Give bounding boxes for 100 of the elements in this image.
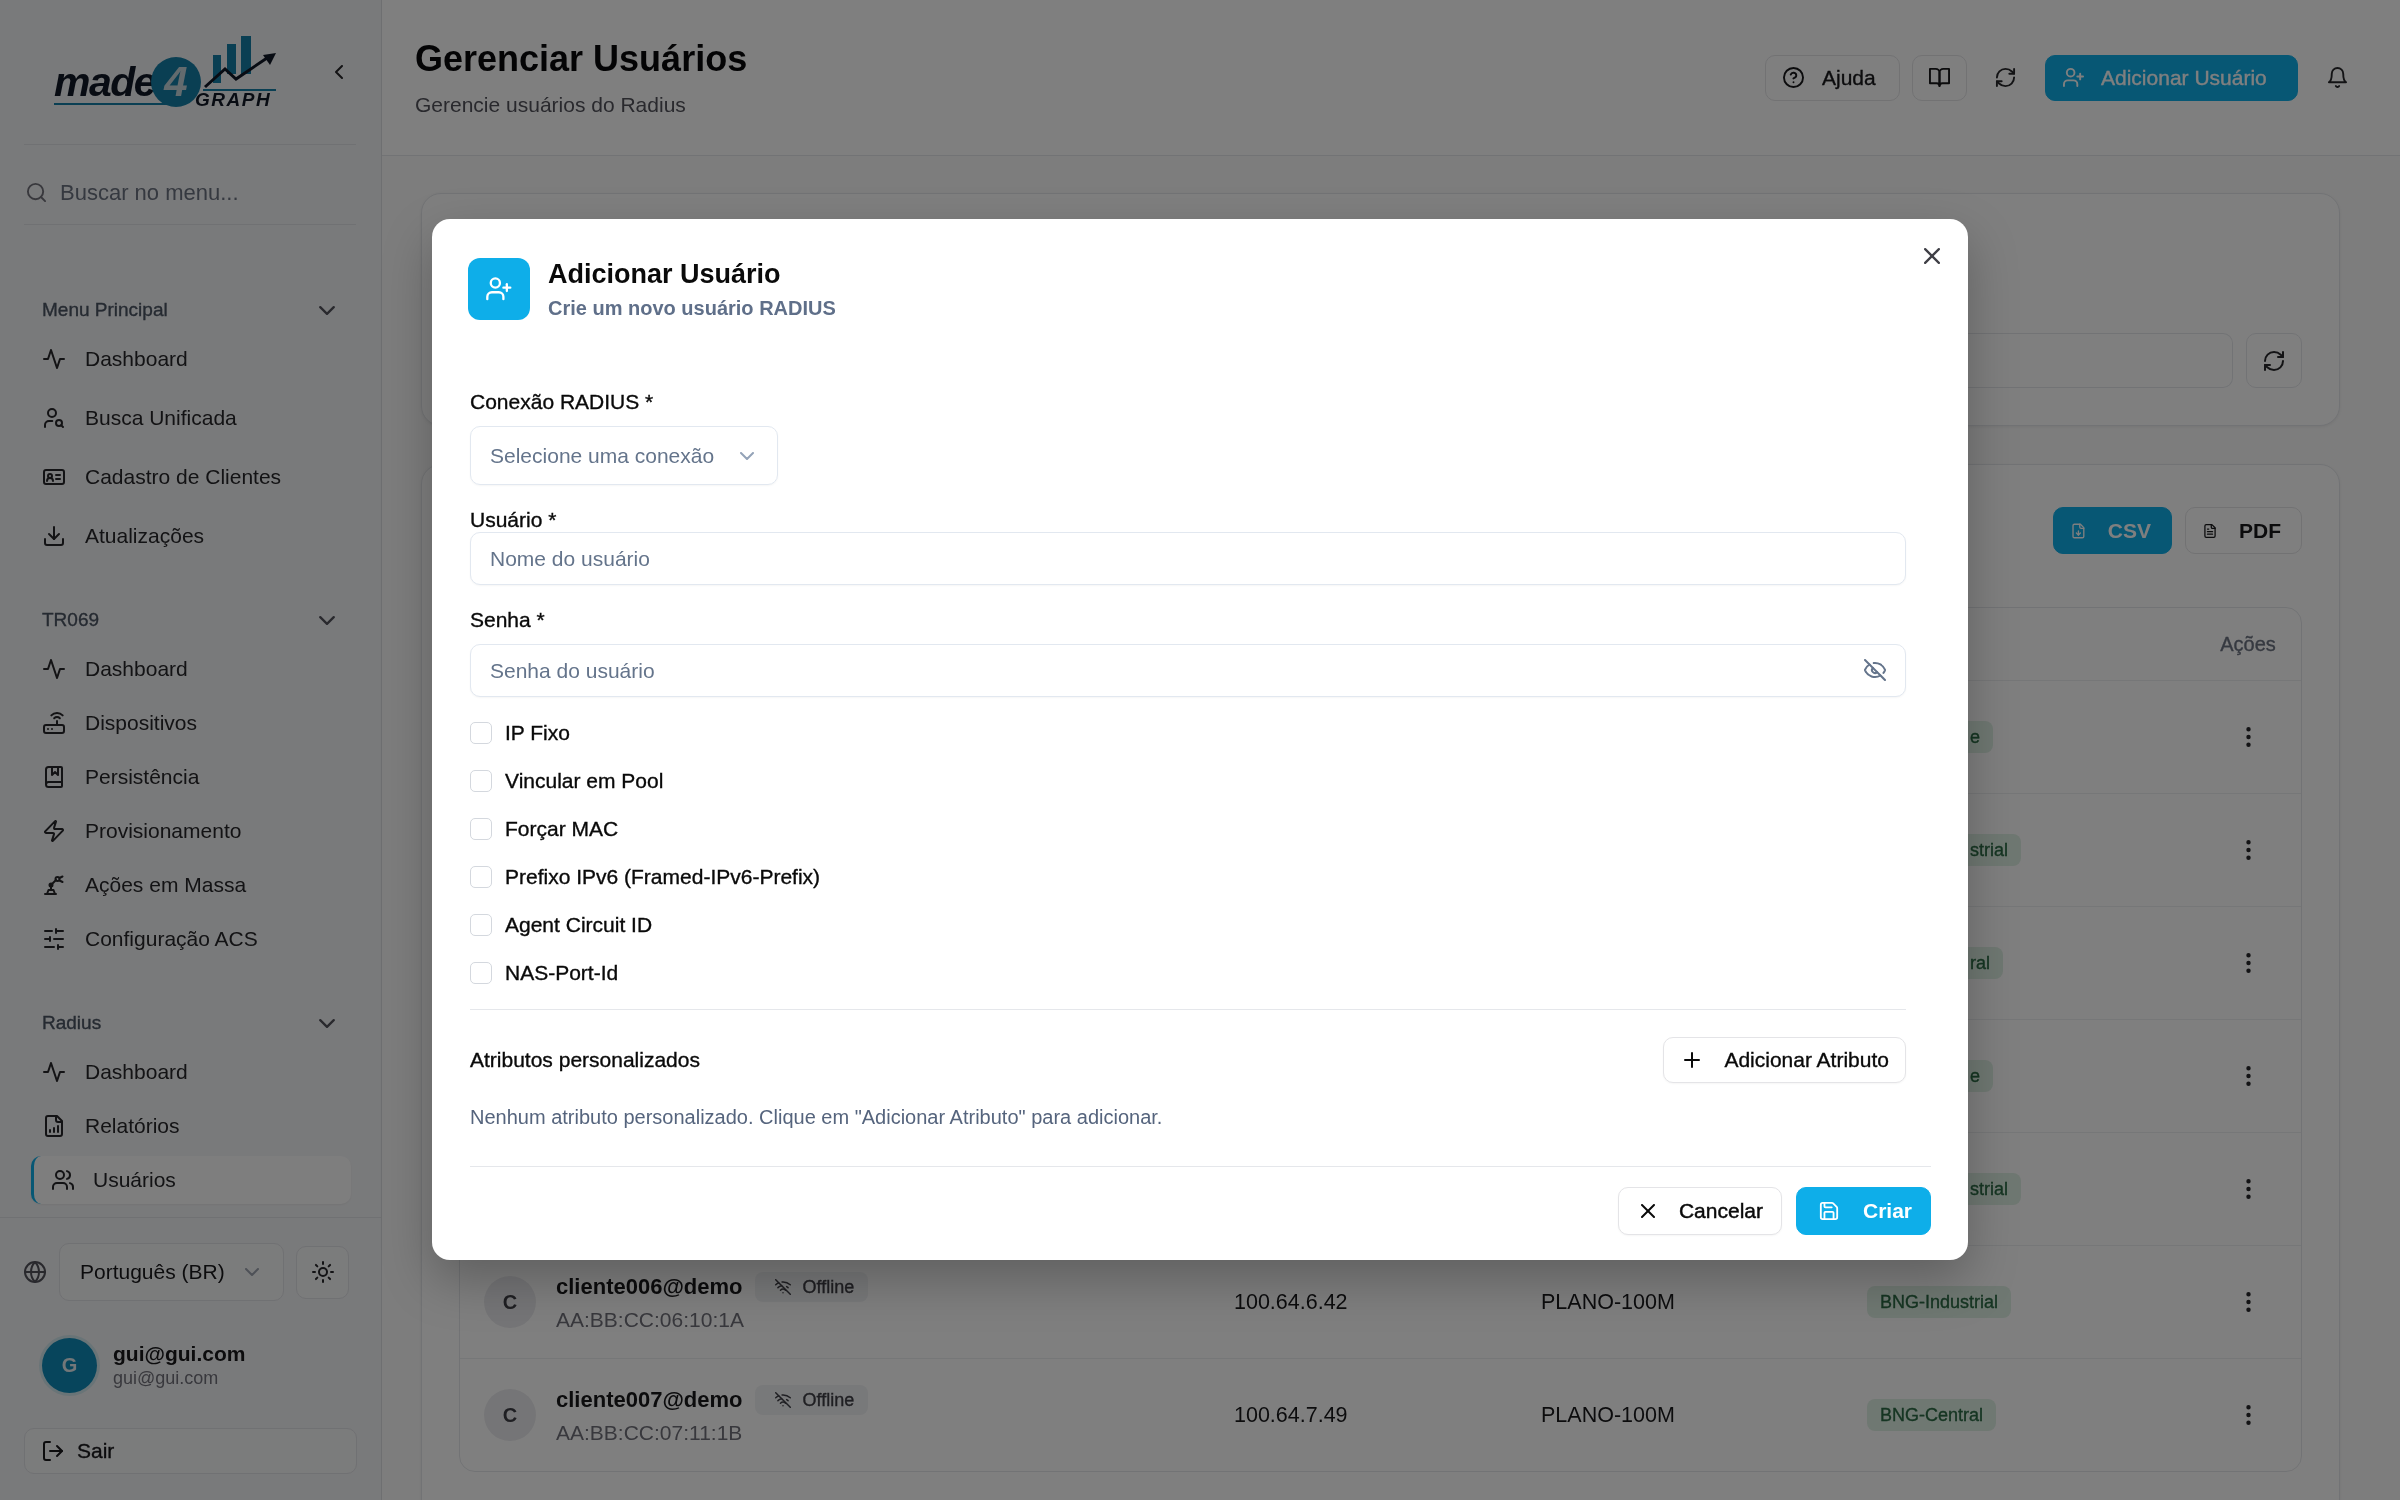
export-button[interactable]: PDF xyxy=(2185,507,2302,554)
plus-icon xyxy=(1684,1052,1701,1068)
checkbox-label: Agent Circuit ID xyxy=(505,913,653,937)
section-title: Atributos personalizados xyxy=(470,1048,700,1072)
field-label: Senha * xyxy=(470,608,545,632)
column-heading: Ações xyxy=(2220,632,2276,656)
logout-button[interactable]: Sair xyxy=(24,1428,357,1474)
more-icon[interactable] xyxy=(2245,727,2251,747)
nav-item[interactable]: Dashboard xyxy=(31,645,351,693)
chevron-down-icon xyxy=(740,451,754,460)
close-icon xyxy=(1640,1204,1655,1218)
nav-item[interactable]: Cadastro de Clientes xyxy=(31,453,351,501)
more-icon[interactable] xyxy=(2245,1066,2251,1086)
input-field[interactable]: Nome do usuário xyxy=(470,532,1906,585)
tag-badge: strial xyxy=(1968,834,2021,866)
select-field[interactable]: Selecione uma conexão xyxy=(470,426,778,485)
user-email: gui@gui.com xyxy=(113,1368,220,1389)
nav-item[interactable]: Persistência xyxy=(31,753,351,801)
checkbox[interactable] xyxy=(470,866,492,888)
search-field[interactable]: Buscar no menu... xyxy=(60,179,330,206)
nav-item[interactable]: Provisionamento xyxy=(31,807,351,855)
nav-item[interactable]: Busca Unificada xyxy=(31,394,351,442)
theme-toggle-button[interactable] xyxy=(296,1245,349,1299)
mac-address: AA:BB:CC:06:10:1A xyxy=(556,1308,745,1332)
bell-icon[interactable] xyxy=(2326,67,2348,88)
input-field[interactable] xyxy=(1967,333,2233,388)
user-avatar: C xyxy=(484,1389,536,1441)
robot-arm-icon xyxy=(43,874,65,896)
more-icon[interactable] xyxy=(2245,1405,2251,1425)
activity-icon xyxy=(43,658,65,680)
plan-name: PLANO-100M xyxy=(1541,1289,1676,1315)
help-button[interactable]: Ajuda xyxy=(1765,54,1900,101)
book-button[interactable] xyxy=(1912,54,1967,101)
checkbox-label: Prefixo IPv6 (Framed-IPv6-Prefix) xyxy=(505,865,821,889)
user-name: gui@gui.com xyxy=(113,1342,246,1366)
bookmark-book-icon xyxy=(43,766,65,788)
book-open-icon xyxy=(1929,67,1950,88)
nav-item[interactable]: Atualizações xyxy=(31,512,351,560)
field-label: Usuário * xyxy=(470,508,557,532)
bar-chart-arrow-icon xyxy=(203,35,276,91)
globe-icon xyxy=(24,1261,46,1283)
id-card-icon xyxy=(43,466,65,488)
nav-item[interactable]: Configuração ACS xyxy=(31,915,351,963)
checkbox-label: Forçar MAC xyxy=(505,817,619,841)
chevron-down-icon[interactable] xyxy=(319,615,335,625)
close-icon[interactable] xyxy=(1924,248,1940,264)
section-heading: Menu Principal xyxy=(42,299,168,321)
more-icon[interactable] xyxy=(2245,953,2251,973)
chevron-down-icon[interactable] xyxy=(319,305,335,315)
password-field[interactable]: Senha do usuário xyxy=(470,644,1906,697)
page-title: Gerenciar Usuários xyxy=(415,37,748,80)
checkbox[interactable] xyxy=(470,914,492,936)
more-icon[interactable] xyxy=(2245,840,2251,860)
user-plus-icon xyxy=(468,257,530,320)
tag-badge: e xyxy=(1968,721,1993,753)
checkbox[interactable] xyxy=(470,962,492,984)
page-subtitle: Gerencie usuários do Radius xyxy=(415,91,687,118)
checkbox-label: IP Fixo xyxy=(505,721,570,745)
nav-item[interactable]: Usuários xyxy=(31,1156,351,1204)
more-icon[interactable] xyxy=(2245,1179,2251,1199)
users-icon xyxy=(52,1169,74,1191)
submit-button[interactable]: Criar xyxy=(1795,1187,1931,1235)
sun-icon xyxy=(311,1261,334,1283)
tag-badge: ral xyxy=(1968,947,2003,979)
checkbox[interactable] xyxy=(470,722,492,744)
user-search-icon xyxy=(43,407,65,429)
logout-icon xyxy=(42,1440,64,1462)
checkbox[interactable] xyxy=(470,770,492,792)
nav-item[interactable]: Dispositivos xyxy=(31,699,351,747)
help-icon xyxy=(1783,67,1804,88)
more-icon[interactable] xyxy=(2245,1292,2251,1312)
nav-item[interactable]: Dashboard xyxy=(31,1048,351,1096)
nav-item[interactable]: Relatórios xyxy=(31,1102,351,1150)
checkbox-label: Vincular em Pool xyxy=(505,769,664,793)
wifi-off-icon xyxy=(774,1392,791,1408)
cancel-button[interactable]: Cancelar xyxy=(1617,1187,1782,1235)
username: cliente007@demo xyxy=(556,1387,743,1413)
user-avatar: C xyxy=(484,1276,536,1328)
add-attribute-button[interactable]: Adicionar Atributo xyxy=(1663,1037,1906,1083)
nav-item[interactable]: Dashboard xyxy=(31,335,351,383)
wifi-off-icon xyxy=(774,1279,791,1295)
field-label: Conexão RADIUS * xyxy=(470,390,654,414)
plan-name: PLANO-100M xyxy=(1541,1402,1676,1428)
refresh-icon[interactable] xyxy=(1994,67,2016,88)
language-select[interactable]: Português (BR) xyxy=(59,1243,284,1301)
dialog-title: Adicionar Usuário xyxy=(548,258,782,291)
eye-off-icon[interactable] xyxy=(1864,659,1886,681)
activity-icon xyxy=(43,348,65,370)
download-icon xyxy=(43,525,65,547)
activity-icon xyxy=(43,1061,65,1083)
chevron-down-icon[interactable] xyxy=(319,1018,335,1028)
section-heading: TR069 xyxy=(42,609,100,631)
checkbox[interactable] xyxy=(470,818,492,840)
empty-state-text: Nenhum atributo personalizado. Clique em "Adicionar Atributo" para adicionar. xyxy=(470,1105,1164,1129)
sliders-icon xyxy=(43,928,65,950)
refresh-button[interactable] xyxy=(2246,333,2302,388)
username: cliente006@demo xyxy=(556,1274,743,1300)
save-icon xyxy=(1818,1201,1839,1221)
nav-item[interactable]: Ações em Massa xyxy=(31,861,351,909)
chevron-left-icon[interactable] xyxy=(335,65,343,79)
